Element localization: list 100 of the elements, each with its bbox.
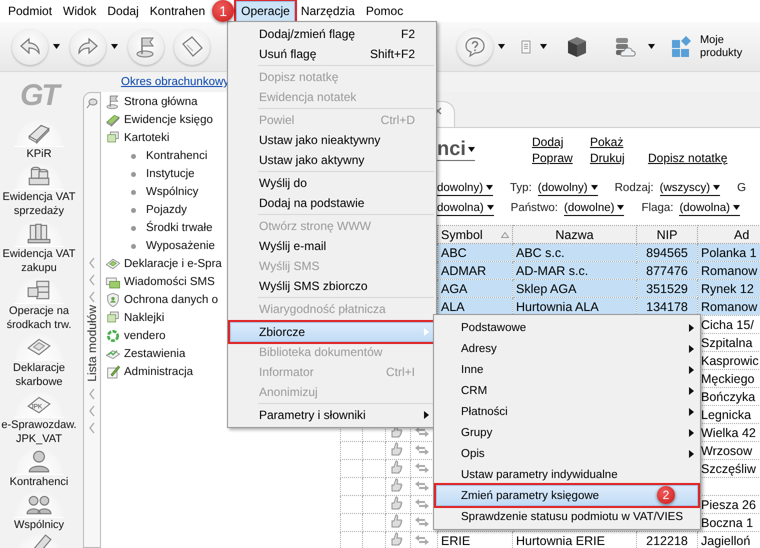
filter-dropdown[interactable]: (wszyscy)	[660, 180, 720, 196]
tree-item[interactable]: Wiadomości SMS	[101, 273, 227, 291]
arrows-icon	[414, 480, 430, 490]
tree-item[interactable]: Zestawienia	[101, 345, 227, 363]
chevron-icon[interactable]	[88, 388, 96, 400]
menu-bar-item[interactable]: Kontrahen	[144, 0, 210, 22]
action-link[interactable]: Dopisz notatkę	[648, 151, 728, 165]
step-badge: 2	[657, 486, 675, 504]
menu-item[interactable]: Zbiorcze	[230, 322, 434, 342]
menu-item[interactable]: Opis	[436, 443, 698, 464]
submenu-arrow-icon	[689, 344, 694, 352]
menu-bar-item[interactable]: Pomoc	[360, 0, 408, 22]
nav-item[interactable]: Kontrahenci	[0, 447, 78, 489]
menu-item[interactable]: Grupy	[436, 422, 698, 443]
table-cell: 877476	[636, 262, 698, 280]
filter-dropdown[interactable]: (dowolna)	[679, 200, 740, 216]
tree-item[interactable]: Wyposażenie	[101, 237, 227, 255]
filter-dropdown[interactable]: (dowolne)	[564, 200, 624, 216]
menu-item[interactable]: Parametry i słowniki	[230, 405, 434, 425]
tree-item[interactable]: Naklejki	[101, 309, 227, 327]
nav-item[interactable]: Deklaracje skarbowe	[0, 333, 78, 389]
table-cell: 351529	[636, 280, 698, 298]
menu-item[interactable]: Dodaj/zmień flagę F2	[230, 24, 434, 44]
table-cell: ABC	[438, 244, 512, 262]
menu-item[interactable]: Ustaw parametry indywidualne	[436, 464, 698, 485]
menu-bar-item[interactable]: Podmiot	[3, 0, 58, 22]
action-link[interactable]: Pokaż	[590, 135, 648, 149]
tree-item[interactable]: Strona główna	[101, 93, 227, 111]
module-list-tab[interactable]: Lista modułów	[85, 305, 99, 382]
menu-bar-item[interactable]: Dodaj	[102, 0, 144, 22]
menu-item[interactable]: CRM	[436, 380, 698, 401]
table-cell: AD-MAR s.c.	[512, 262, 636, 280]
chevron-icon[interactable]	[88, 404, 96, 417]
tree-item[interactable]: Wspólnicy	[101, 183, 227, 201]
column-header[interactable]: Symbol	[438, 226, 512, 244]
submenu-arrow-icon	[689, 386, 694, 394]
edit-icon	[105, 364, 121, 380]
tree-item[interactable]: Środki trwałe	[101, 219, 227, 237]
chevron-icon[interactable]	[88, 274, 96, 286]
tree-item[interactable]: vendero	[101, 327, 227, 345]
nav-item[interactable]: KPiR	[0, 119, 78, 161]
flag-icon	[105, 94, 121, 110]
tree-item[interactable]: Kartoteki	[101, 129, 227, 147]
period-link[interactable]: Okres obrachunkowy	[121, 76, 230, 88]
table-cell: Sklep AGA	[512, 280, 636, 298]
tree-item[interactable]: Administracja	[101, 363, 227, 381]
nav-item[interactable]: Ewidencja VAT zakupu	[0, 219, 78, 275]
menu-item[interactable]: Wyślij do	[230, 173, 434, 193]
chevron-icon[interactable]	[88, 422, 96, 434]
filter-label: G	[737, 182, 746, 194]
submenu-arrow-icon	[689, 366, 694, 374]
table-cell: 894565	[636, 244, 698, 262]
menu-bar-item[interactable]: Operacje	[236, 0, 295, 22]
menu-item[interactable]: Wyślij SMS zbiorczo	[230, 276, 434, 296]
action-link[interactable]: Popraw	[532, 151, 590, 165]
toolbar-button[interactable]: Moje produkty	[667, 28, 748, 64]
menu-item[interactable]: Adresy	[436, 338, 698, 359]
shortcut-label: F2	[400, 27, 416, 41]
menu-item[interactable]: Zmień parametry księgowe 2	[436, 485, 698, 506]
caret-icon	[713, 185, 720, 190]
tree-item[interactable]: Deklaracje i e-Spra	[101, 255, 227, 273]
menu-item[interactable]: Inne	[436, 359, 698, 380]
nav-item[interactable]: Operacje na środkach trw.	[0, 276, 78, 332]
column-header[interactable]: Nazwa	[512, 226, 636, 244]
caret-icon	[732, 205, 740, 210]
nav-item[interactable]: Wspólnicy	[0, 490, 78, 532]
menu-bar-item[interactable]: Narzędzia	[296, 0, 360, 22]
filter-dropdown[interactable]: (dowolny)	[538, 180, 598, 196]
submenu-arrow-icon	[689, 450, 694, 458]
tree-item[interactable]: Kontrahenci	[101, 147, 227, 165]
tree-item[interactable]: Ochrona danych o	[101, 291, 227, 309]
menu-item[interactable]: Usuń flagę Shift+F2	[230, 44, 434, 64]
caret-icon	[111, 44, 118, 49]
menu-item[interactable]: Ustaw jako nieaktywny	[230, 130, 434, 150]
menu-item[interactable]: Płatności	[436, 401, 698, 422]
submenu-arrow-icon	[689, 324, 694, 332]
nav-item[interactable]: Ewidencja VAT sprzedaży	[0, 162, 78, 218]
menu-item[interactable]: Wyślij e-mail	[230, 236, 434, 256]
column-header[interactable]: NIP	[636, 226, 698, 244]
tree-item[interactable]: Instytucje	[101, 165, 227, 183]
step-badge: 1	[212, 0, 234, 22]
pin-icon[interactable]	[86, 97, 98, 109]
help-icon	[463, 34, 487, 58]
menu-item[interactable]: Sprawdzenie statusu podmiotu w VAT/VIES	[436, 506, 698, 527]
ring-icon	[105, 328, 121, 344]
chevron-icon[interactable]	[88, 291, 96, 303]
menu-item[interactable]: Dodaj na podstawie	[230, 193, 434, 213]
caret-icon	[53, 44, 60, 49]
menu-bar-item[interactable]: Widok	[58, 0, 102, 22]
menu-item[interactable]: Podstawowe	[436, 317, 698, 338]
column-header[interactable]: Ad	[698, 226, 760, 244]
shortcut-label: Ctrl+D	[380, 113, 416, 127]
arrows-icon	[414, 516, 430, 526]
caret-icon	[468, 146, 475, 152]
action-link[interactable]: Dodaj	[532, 135, 590, 149]
action-link[interactable]: Drukuj	[590, 151, 648, 165]
chevron-icon[interactable]	[88, 257, 96, 269]
tree-item[interactable]: Pojazdy	[101, 201, 227, 219]
tree-item[interactable]: Ewidencje księgo	[101, 111, 227, 129]
menu-item[interactable]: Ustaw jako aktywny	[230, 150, 434, 170]
